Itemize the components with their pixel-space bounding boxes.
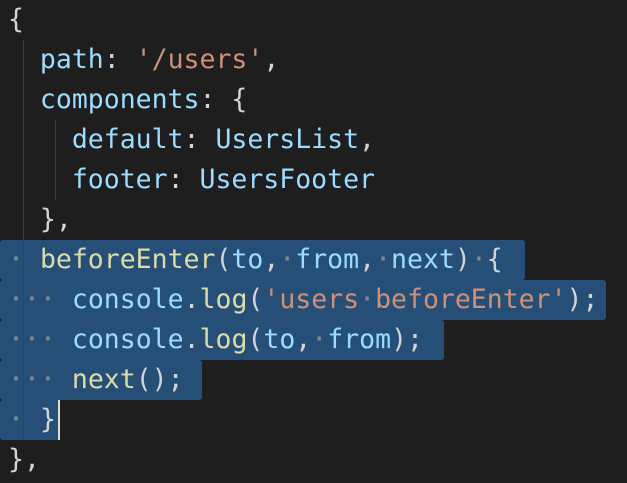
code-token: { <box>8 4 24 35</box>
code-token: : <box>167 164 200 195</box>
whitespace-marker: · <box>8 404 24 435</box>
whitespace-marker: · <box>279 244 296 275</box>
code-line-4[interactable]: default: UsersList, <box>8 120 375 160</box>
code-token: default <box>71 124 184 155</box>
whitespace-marker: · <box>23 284 40 315</box>
code-token: log <box>199 284 248 315</box>
code-token: ); <box>391 324 423 355</box>
whitespace-marker: · <box>375 244 392 275</box>
code-token: (); <box>135 364 184 395</box>
code-line-3[interactable]: components: { <box>8 80 247 120</box>
code-token: , <box>295 324 312 355</box>
code-token: footer <box>71 164 168 195</box>
code-line-6[interactable]: }, <box>8 200 72 240</box>
code-token: , <box>359 244 376 275</box>
whitespace-marker: · <box>8 284 24 315</box>
code-token: ) <box>454 244 471 275</box>
code-line-2[interactable]: path: '/users', <box>8 40 279 80</box>
whitespace-marker: · <box>8 324 24 355</box>
code-line-7[interactable]: · beforeEnter(to,·from,·next)·{ <box>8 240 503 280</box>
whitespace-marker: · <box>39 324 56 355</box>
code-token: console <box>71 324 184 355</box>
code-token: ( <box>215 244 232 275</box>
code-token: : <box>103 44 136 75</box>
code-token: , <box>359 124 375 155</box>
code-line-12[interactable]: }, <box>8 440 40 480</box>
code-token: from <box>327 324 392 355</box>
code-token: beforeEnter <box>39 244 216 275</box>
code-token: ( <box>247 324 264 355</box>
whitespace-marker: · <box>23 364 40 395</box>
code-editor[interactable]: { path: '/users', components: { default:… <box>0 0 627 483</box>
code-token: . <box>183 284 200 315</box>
code-token: }, <box>8 444 40 475</box>
whitespace-marker: · <box>8 244 24 275</box>
code-token: log <box>199 324 248 355</box>
code-token: : <box>183 124 216 155</box>
code-line-8[interactable]: ··· console.log('users·beforeEnter'); <box>8 280 598 320</box>
whitespace-marker: · <box>8 364 24 395</box>
code-token: beforeEnter' <box>375 284 567 315</box>
whitespace-marker: · <box>470 244 487 275</box>
code-token: next <box>391 244 455 275</box>
code-line-9[interactable]: ··· console.log(to,·from); <box>8 320 423 360</box>
code-token: console <box>71 284 184 315</box>
code-token: . <box>183 324 200 355</box>
code-token: } <box>39 404 56 435</box>
code-token: components <box>39 84 200 115</box>
code-token: , <box>263 244 280 275</box>
code-token: to <box>263 324 296 355</box>
code-token: }, <box>39 204 72 235</box>
code-token: UsersList <box>215 124 360 155</box>
code-token: '/users' <box>135 44 264 75</box>
code-token: , <box>263 44 280 75</box>
code-line-10[interactable]: ··· next(); <box>8 360 184 400</box>
code-token: to <box>231 244 264 275</box>
code-token: UsersFooter <box>199 164 375 195</box>
code-token: ( <box>247 284 264 315</box>
whitespace-marker: · <box>23 324 40 355</box>
whitespace-marker: · <box>311 324 328 355</box>
code-token: path <box>39 44 104 75</box>
whitespace-marker: · <box>39 364 56 395</box>
whitespace-marker: · <box>359 284 376 315</box>
code-token: 'users <box>263 284 360 315</box>
code-line-5[interactable]: footer: UsersFooter <box>8 160 375 200</box>
code-token: { <box>486 244 503 275</box>
code-token: from <box>295 244 360 275</box>
code-line-11[interactable]: · } <box>8 400 56 440</box>
code-token: : { <box>199 84 248 115</box>
code-token: next <box>71 364 136 395</box>
text-cursor <box>58 400 60 440</box>
code-line-1[interactable]: { <box>8 0 24 40</box>
whitespace-marker: · <box>39 284 56 315</box>
code-token: ); <box>566 284 599 315</box>
